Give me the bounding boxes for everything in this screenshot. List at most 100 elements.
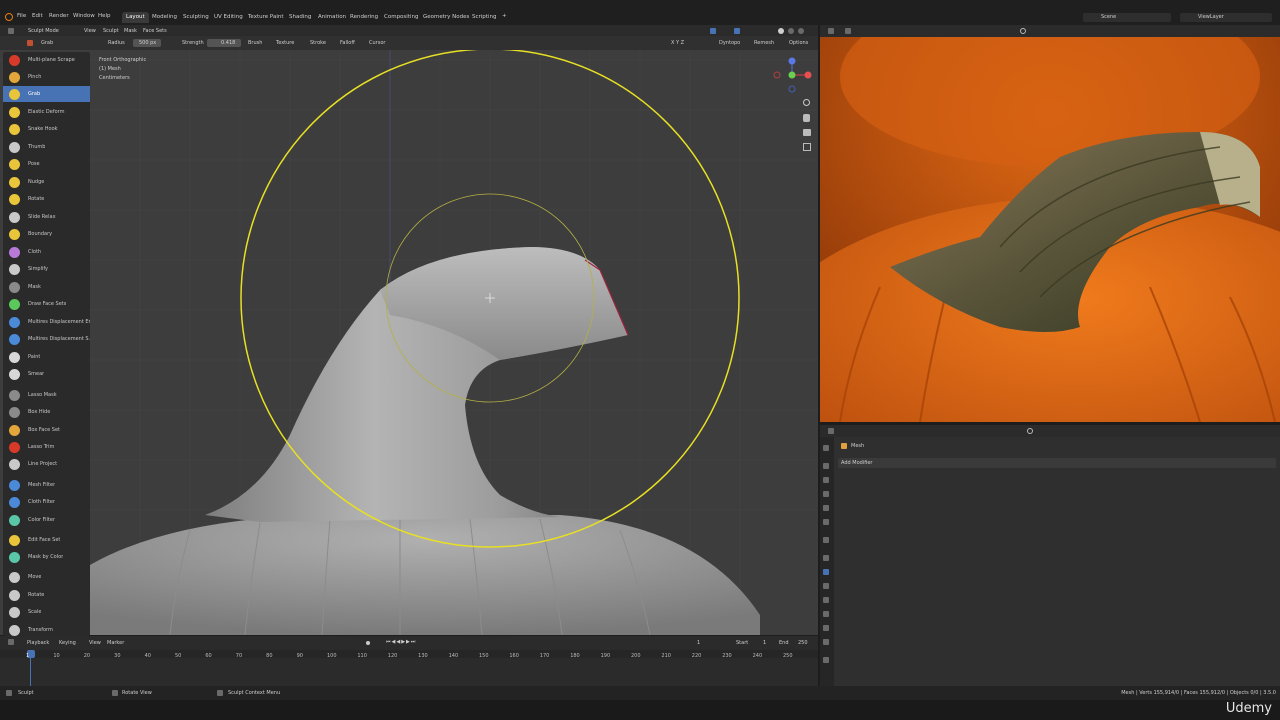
properties-editor-type-icon[interactable] [828,428,834,434]
tool-mask-by-color[interactable]: Mask by Color [3,549,90,565]
3d-viewport[interactable]: Front Orthographic (1) Mesh Centimeters [0,25,818,635]
tab-collection-icon[interactable] [823,537,829,543]
properties-search-icon[interactable] [1027,428,1033,434]
tool-pinch[interactable]: Pinch [3,69,90,85]
pan-hand-icon[interactable] [803,114,810,122]
tab-data-icon[interactable] [823,625,829,631]
reference-image-panel[interactable] [820,37,1280,422]
view-layer-selector[interactable]: ViewLayer [1180,13,1272,22]
menu-edit[interactable]: Edit [32,13,43,19]
tool-move[interactable]: Move [3,569,90,585]
tool-paint[interactable]: Paint [3,349,90,365]
menu-sculpt[interactable]: Sculpt [103,28,119,34]
cursor-dropdown[interactable]: Cursor [369,40,385,46]
brush-thumbnail-icon[interactable] [27,40,33,46]
tab-texture-paint[interactable]: Texture Paint [244,12,288,23]
tool-simplify[interactable]: Simplify [3,261,90,277]
tool-pose[interactable]: Pose [3,156,90,172]
tab-object-icon[interactable] [823,555,829,561]
mode-selector[interactable]: Sculpt Mode [28,28,59,34]
tab-shading[interactable]: Shading [285,12,315,23]
tab-sculpting[interactable]: Sculpting [179,12,213,23]
tool-multires-displacement-s[interactable]: Multires Displacement S... [3,331,90,347]
tab-view-layer-icon[interactable] [823,491,829,497]
current-frame-field[interactable]: 1 [697,640,700,646]
record-icon[interactable] [366,641,370,645]
viewport-shading-material-icon[interactable] [788,28,794,34]
tab-material-icon[interactable] [823,639,829,645]
tool-edit-face-set[interactable]: Edit Face Set [3,532,90,548]
tool-smear[interactable]: Smear [3,366,90,382]
start-frame-field[interactable]: 1 [763,640,766,646]
blender-logo-icon[interactable] [5,13,13,21]
overlays-icon[interactable] [734,28,740,34]
tool-rotate[interactable]: Rotate [3,587,90,603]
tool-cloth-filter[interactable]: Cloth Filter [3,494,90,510]
tool-grab[interactable]: Grab [3,86,90,102]
tool-lasso-mask[interactable]: Lasso Mask [3,387,90,403]
end-frame-field[interactable]: 250 [798,640,808,646]
tab-texture-icon[interactable] [823,657,829,663]
timeline-menu-keying[interactable]: Keying [59,640,76,646]
tool-rotate[interactable]: Rotate [3,191,90,207]
tab-render-icon[interactable] [823,463,829,469]
tool-thumb[interactable]: Thumb [3,139,90,155]
tool-transform[interactable]: Transform [3,622,90,636]
brush-name[interactable]: Grab [41,40,53,46]
image-view-icon[interactable] [845,28,851,34]
tool-multires-displacement-er[interactable]: Multires Displacement Er... [3,314,90,330]
brush-dropdown[interactable]: Brush [248,40,262,46]
tool-nudge[interactable]: Nudge [3,174,90,190]
tool-color-filter[interactable]: Color Filter [3,512,90,528]
tool-multi-plane-scrape[interactable]: Multi-plane Scrape [3,52,90,68]
viewport-shading-solid-icon[interactable] [778,28,784,34]
zoom-icon[interactable] [803,99,810,106]
menu-view[interactable]: View [84,28,96,34]
options-dropdown[interactable]: Options [789,40,808,46]
menu-help[interactable]: Help [98,13,111,19]
tab-uv-editing[interactable]: UV Editing [210,12,247,23]
tab-physics-icon[interactable] [823,597,829,603]
menu-file[interactable]: File [17,13,26,19]
tab-particles-icon[interactable] [823,583,829,589]
tab-layout[interactable]: Layout [122,12,149,23]
add-modifier-button[interactable]: Add Modifier [838,458,1276,468]
playback-controls[interactable]: ⏮◀◀▶▶⏭ [386,639,416,645]
radius-field[interactable]: 500 px [133,39,161,47]
timeline-menu-marker[interactable]: Marker [107,640,124,646]
menu-mask[interactable]: Mask [124,28,137,34]
menu-face-sets[interactable]: Face Sets [143,28,167,34]
tab-compositing[interactable]: Compositing [380,12,422,23]
texture-dropdown[interactable]: Texture [276,40,294,46]
tab-tool-icon[interactable] [823,445,829,451]
tab-scene-icon[interactable] [823,505,829,511]
ortho-grid-icon[interactable] [803,143,811,151]
symmetry-axes[interactable]: X Y Z [671,40,684,46]
tab-animation[interactable]: Animation [314,12,350,23]
image-search-icon[interactable] [1020,28,1026,34]
tab-geometry-nodes[interactable]: Geometry Nodes [419,12,473,23]
tool-scale[interactable]: Scale [3,604,90,620]
tool-boundary[interactable]: Boundary [3,226,90,242]
tool-slide-relax[interactable]: Slide Relax [3,209,90,225]
tool-box-face-set[interactable]: Box Face Set [3,422,90,438]
timeline-editor-type-icon[interactable] [8,639,14,645]
image-editor-type-icon[interactable] [828,28,834,34]
tool-box-hide[interactable]: Box Hide [3,404,90,420]
tool-lasso-trim[interactable]: Lasso Trim [3,439,90,455]
tab-modeling[interactable]: Modeling [148,12,181,23]
tool-snake-hook[interactable]: Snake Hook [3,121,90,137]
strength-field[interactable]: 0.418 [207,39,241,47]
remesh-dropdown[interactable]: Remesh [754,40,774,46]
scene-selector[interactable]: Scene [1083,13,1171,22]
tab-modifier-wrench-icon[interactable] [823,569,829,575]
tab-output-icon[interactable] [823,477,829,483]
menu-render[interactable]: Render [49,13,69,19]
editor-type-icon[interactable] [8,28,14,34]
tab-constraints-icon[interactable] [823,611,829,617]
tool-mask[interactable]: Mask [3,279,90,295]
timeline-menu-view[interactable]: View [89,640,101,646]
tool-mesh-filter[interactable]: Mesh Filter [3,477,90,493]
gizmo-icon[interactable] [710,28,716,34]
add-workspace-icon[interactable]: + [502,13,507,19]
